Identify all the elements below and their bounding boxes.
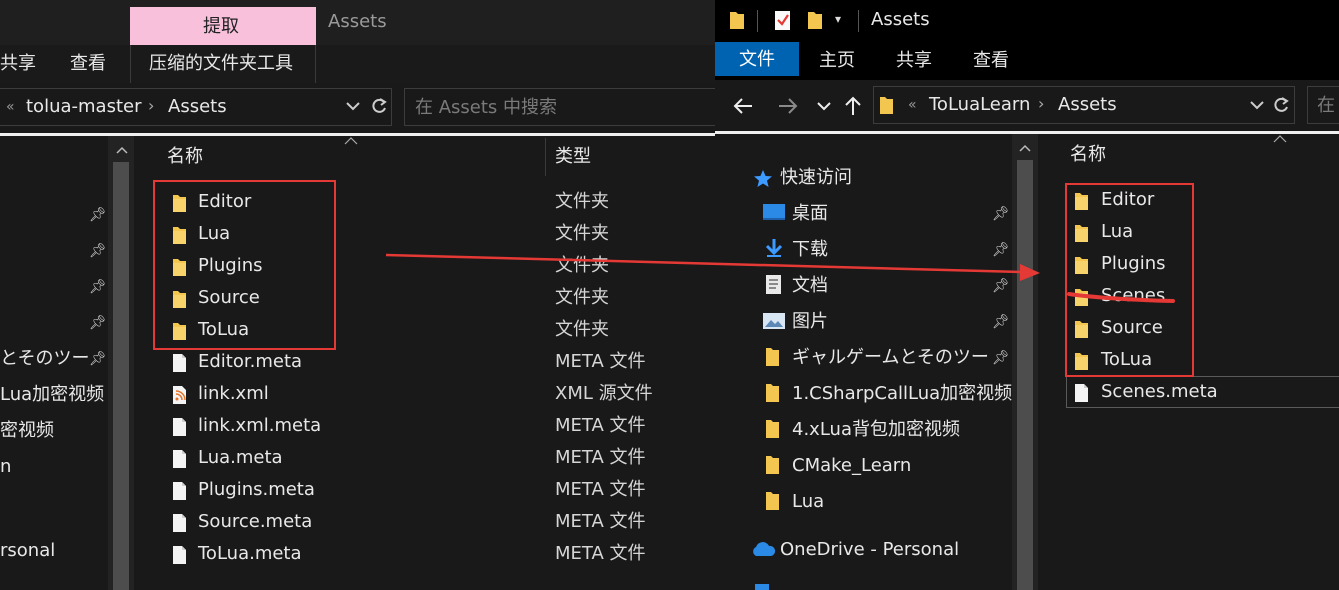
annotation-arrow bbox=[385, 253, 1040, 281]
